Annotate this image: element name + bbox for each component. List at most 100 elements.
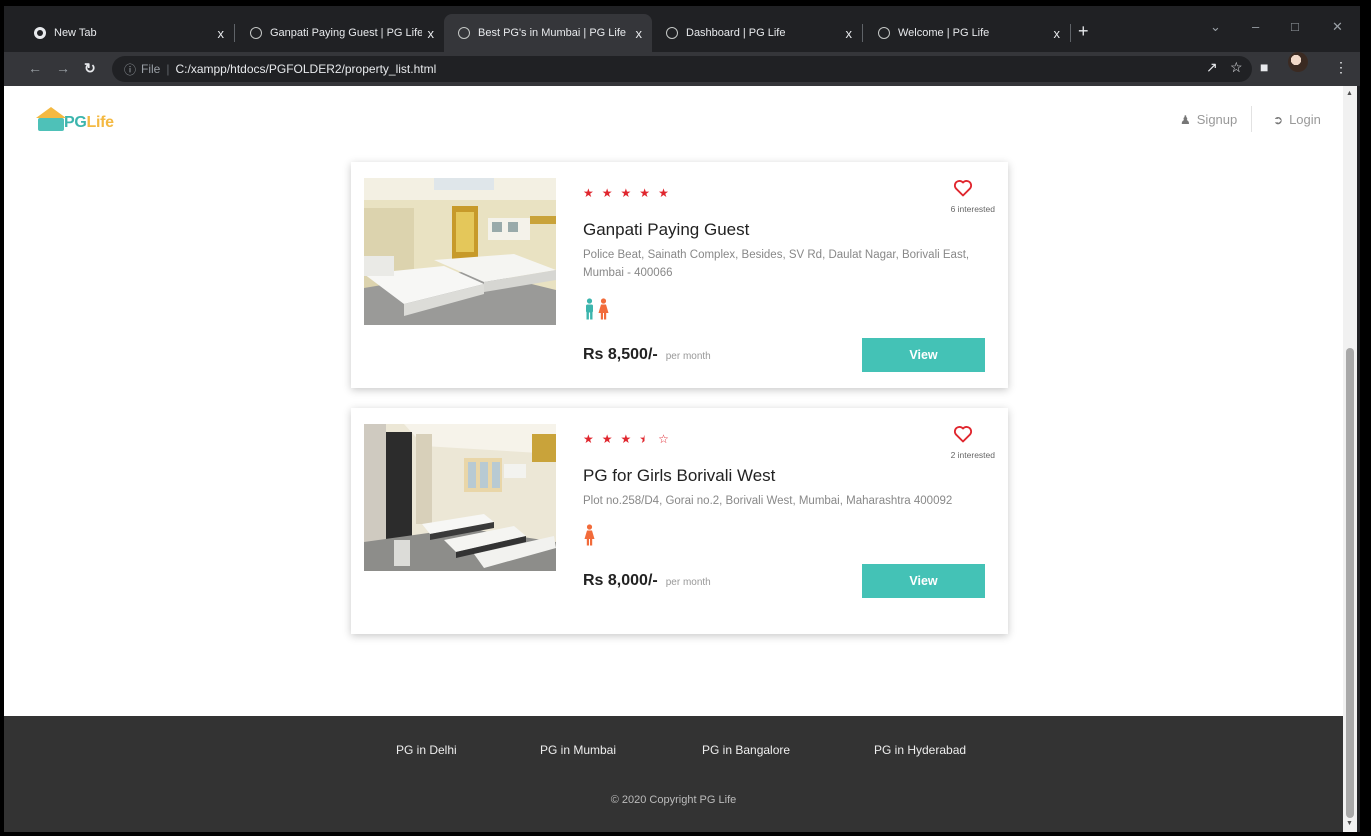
share-icon[interactable]: ↗ xyxy=(1206,59,1218,76)
nav-divider xyxy=(1251,106,1252,132)
gender-icons xyxy=(584,298,609,320)
restore-icon[interactable]: □ xyxy=(1291,19,1299,34)
female-icon xyxy=(584,524,595,546)
view-button[interactable]: View xyxy=(862,338,985,372)
back-arrow-icon[interactable]: ← xyxy=(28,60,42,76)
profile-avatar[interactable] xyxy=(1288,52,1308,72)
property-photo xyxy=(364,178,556,325)
user-icon: ♟ xyxy=(1180,112,1191,127)
tab-welcome[interactable]: Welcome | PG Life x xyxy=(864,14,1070,52)
url-text[interactable]: C:/xampp/htdocs/PGFOLDER2/property_list.… xyxy=(175,62,436,76)
scroll-down-icon[interactable]: ▼ xyxy=(1346,820,1353,827)
browser-toolbar: ← → ↻ ⓘ File | C:/xampp/htdocs/PGFOLDER2… xyxy=(4,52,1360,86)
page-scrollbar[interactable]: ▲ ▼ xyxy=(1343,86,1357,832)
tab-best-pgs[interactable]: Best PG's in Mumbai | PG Life x xyxy=(444,14,652,52)
female-icon xyxy=(598,298,609,320)
interested-count: 6 interested xyxy=(950,204,995,214)
tab-label: Best PG's in Mumbai | PG Life xyxy=(478,27,627,39)
forward-arrow-icon[interactable]: → xyxy=(56,60,70,76)
close-icon[interactable]: x xyxy=(636,26,643,41)
star-icon: ★ xyxy=(620,186,632,200)
tab-search-chevron-icon[interactable]: ⌄ xyxy=(1210,19,1221,35)
tab-divider xyxy=(1070,24,1071,42)
close-icon[interactable]: x xyxy=(428,26,435,41)
property-address: Police Beat, Sainath Complex, Besides, S… xyxy=(583,249,970,279)
close-icon[interactable]: x xyxy=(218,26,225,41)
price-unit: per month xyxy=(665,351,711,362)
star-rating: ★ ★ ★ ★ ★ xyxy=(583,186,669,200)
star-icon: ★ xyxy=(620,432,632,446)
view-button[interactable]: View xyxy=(862,564,985,598)
sign-in-icon: ➲ xyxy=(1273,112,1284,127)
tab-divider xyxy=(234,24,235,42)
close-icon[interactable]: x xyxy=(1054,26,1061,41)
house-logo-icon xyxy=(34,107,68,133)
pglife-logo[interactable]: PGLife xyxy=(34,107,114,133)
url-scheme: File xyxy=(141,62,161,76)
tab-strip: New Tab x Ganpati Paying Guest | PG Life… xyxy=(4,6,1360,52)
minimize-icon[interactable]: – xyxy=(1252,19,1259,34)
price-value: Rs 8,500/- xyxy=(583,346,658,363)
property-card: ★ ★ ★ ★ ☆ 2 interested PG for Girls Bori… xyxy=(351,408,1008,634)
property-price: Rs 8,500/- per month xyxy=(583,346,711,364)
side-panel-icon[interactable]: ■ xyxy=(1260,59,1268,75)
logo-text-life: Life xyxy=(86,114,115,131)
tab-label: Welcome | PG Life xyxy=(898,27,990,39)
gender-icons xyxy=(584,524,595,546)
copyright-text: © 2020 Copyright PG Life xyxy=(610,794,737,806)
star-half-icon: ★ xyxy=(639,432,651,446)
tab-dashboard[interactable]: Dashboard | PG Life x xyxy=(652,14,862,52)
tab-ganpati[interactable]: Ganpati Paying Guest | PG Life x xyxy=(236,14,444,52)
close-icon[interactable]: x xyxy=(846,26,853,41)
reload-icon[interactable]: ↻ xyxy=(84,60,96,77)
globe-icon xyxy=(878,27,890,39)
heart-icon[interactable] xyxy=(953,178,973,198)
footer-link-mumbai[interactable]: PG in Mumbai xyxy=(540,743,616,757)
logo-text: PGLife xyxy=(64,114,114,132)
property-card: ★ ★ ★ ★ ★ 6 interested Ganpati Paying Gu… xyxy=(351,162,1008,388)
new-tab-plus-icon[interactable]: + xyxy=(1078,21,1089,42)
info-icon[interactable]: ⓘ xyxy=(124,61,136,78)
chrome-icon xyxy=(34,27,46,39)
tab-label: Dashboard | PG Life xyxy=(686,27,786,39)
star-icon: ★ xyxy=(583,186,594,200)
url-separator: | xyxy=(166,62,170,76)
tab-new-tab[interactable]: New Tab x xyxy=(20,14,234,52)
page-viewport: PGLife ♟ Signup ➲ Login ★ ★ ★ ★ ★ 6 inte… xyxy=(4,86,1343,832)
property-photo xyxy=(364,424,556,571)
window-close-icon[interactable]: ✕ xyxy=(1332,19,1343,35)
footer-link-hyderabad[interactable]: PG in Hyderabad xyxy=(874,743,966,757)
login-link[interactable]: ➲ Login xyxy=(1273,112,1321,127)
globe-icon xyxy=(666,27,678,39)
property-address: Plot no.258/D4, Gorai no.2, Borivali Wes… xyxy=(583,495,953,507)
bookmark-star-icon[interactable]: ☆ xyxy=(1230,59,1243,76)
tab-label: Ganpati Paying Guest | PG Life xyxy=(270,27,422,39)
property-price: Rs 8,000/- per month xyxy=(583,572,711,590)
star-icon: ★ xyxy=(639,186,651,200)
male-icon xyxy=(586,298,593,320)
address-bar[interactable]: ⓘ File | C:/xampp/htdocs/PGFOLDER2/prope… xyxy=(112,56,1252,82)
signup-link[interactable]: ♟ Signup xyxy=(1180,112,1237,127)
star-rating: ★ ★ ★ ★ ☆ xyxy=(583,432,669,446)
property-name: Ganpati Paying Guest xyxy=(583,220,750,239)
price-value: Rs 8,000/- xyxy=(583,572,658,589)
star-icon: ★ xyxy=(583,432,594,446)
interested-count: 2 interested xyxy=(950,450,995,460)
star-icon: ★ xyxy=(601,186,613,200)
property-name: PG for Girls Borivali West xyxy=(583,466,776,485)
property-info: ★ ★ ★ ★ ☆ 2 interested PG for Girls Bori… xyxy=(583,408,995,634)
price-unit: per month xyxy=(665,577,711,588)
globe-icon xyxy=(458,27,470,39)
star-icon: ★ xyxy=(601,432,613,446)
heart-icon[interactable] xyxy=(953,424,973,444)
footer-link-bangalore[interactable]: PG in Bangalore xyxy=(702,743,790,757)
star-outline-icon: ☆ xyxy=(658,432,669,446)
scrollbar-thumb[interactable] xyxy=(1346,348,1354,818)
scroll-up-icon[interactable]: ▲ xyxy=(1346,90,1353,97)
tab-label: New Tab xyxy=(54,27,97,39)
globe-icon xyxy=(250,27,262,39)
footer-link-delhi[interactable]: PG in Delhi xyxy=(396,743,457,757)
signup-label: Signup xyxy=(1196,112,1238,127)
site-footer: PG in Delhi PG in Mumbai PG in Bangalore… xyxy=(4,716,1343,832)
menu-kebab-icon[interactable]: ⋮ xyxy=(1334,59,1348,76)
